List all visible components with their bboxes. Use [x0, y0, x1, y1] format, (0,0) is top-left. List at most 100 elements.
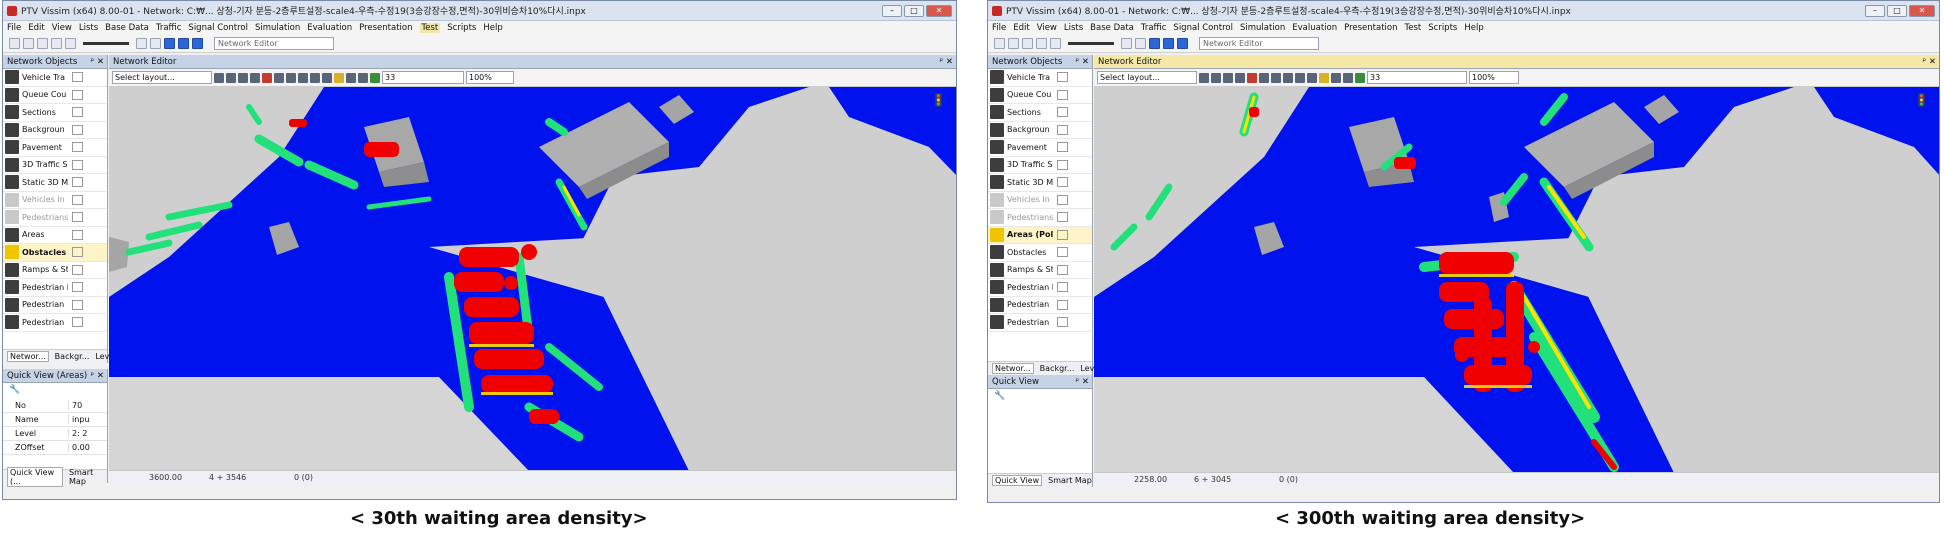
rotate-icon[interactable] [238, 72, 248, 83]
undo-icon[interactable] [1036, 38, 1047, 49]
menu-help[interactable]: Help [483, 23, 502, 33]
close-button[interactable]: ✕ [926, 4, 952, 17]
forward-icon[interactable] [1295, 72, 1305, 83]
graphic-parameter-swatch[interactable] [72, 212, 83, 223]
graphic-parameter-swatch[interactable] [72, 107, 83, 118]
menu-presentation[interactable]: Presentation [359, 23, 412, 33]
network-object-item[interactable]: Obstacles [988, 244, 1092, 262]
pin-close-icon[interactable]: ᵖ ✕ [940, 57, 953, 67]
row-value[interactable]: inpu [68, 415, 107, 424]
menu-edit[interactable]: Edit [1013, 23, 1029, 33]
zoom-out-icon[interactable] [286, 72, 296, 83]
layout-value-combo[interactable]: 33 [1367, 71, 1467, 84]
row-value[interactable]: 0.00 [68, 443, 107, 452]
pin-close-icon[interactable]: ᵖ ✕ [91, 57, 104, 67]
menu-view[interactable]: View [1037, 23, 1057, 33]
graphic-parameter-swatch[interactable] [72, 229, 83, 240]
network-object-item[interactable]: Areas [3, 227, 107, 244]
graphic-parameter-swatch[interactable] [1057, 247, 1068, 258]
zoom-out-icon[interactable] [1271, 72, 1281, 83]
network-object-item[interactable]: Ramps & St [988, 262, 1092, 279]
network-object-item[interactable]: Static 3D M [3, 174, 107, 192]
tab-smart-map[interactable]: Smart Map [69, 468, 107, 486]
save-icon[interactable] [1022, 38, 1033, 49]
network-object-item[interactable]: Vehicle Tra [988, 69, 1092, 87]
new-file-icon[interactable] [9, 38, 20, 49]
zoom-extent-icon[interactable] [262, 72, 272, 83]
tab-quick-view[interactable]: Quick View (... [7, 466, 64, 487]
tab-network[interactable]: Networ... [992, 363, 1034, 374]
graphic-parameter-swatch[interactable] [72, 177, 83, 188]
menu-traffic[interactable]: Traffic [1141, 23, 1167, 33]
menu-presentation[interactable]: Presentation [1344, 23, 1397, 33]
graphic-parameter-swatch[interactable] [72, 317, 83, 328]
pan-icon[interactable] [250, 72, 260, 83]
menu-simulation[interactable]: Simulation [255, 23, 300, 33]
zoom-combo[interactable]: 100% [466, 71, 514, 84]
tab-background[interactable]: Backgr... [1040, 364, 1075, 373]
step-icon[interactable] [178, 38, 189, 49]
pin-close-icon[interactable]: ᵖ ✕ [1076, 57, 1089, 67]
graphic-parameter-swatch[interactable] [72, 142, 83, 153]
network-object-item[interactable]: Static 3D M [988, 174, 1092, 192]
network-object-item[interactable]: Pedestrians [3, 209, 107, 227]
save-icon[interactable] [37, 38, 48, 49]
redo-icon[interactable] [1050, 38, 1061, 49]
graphic-parameter-swatch[interactable] [72, 264, 83, 275]
network-object-item[interactable]: Pavement [3, 139, 107, 157]
storyboard-icon[interactable] [370, 72, 380, 83]
graphic-parameter-swatch[interactable] [72, 159, 83, 170]
graphic-parameter-swatch[interactable] [72, 247, 83, 258]
menu-file[interactable]: File [7, 23, 21, 33]
zoom-extent-icon[interactable] [1247, 72, 1257, 83]
pin-close-icon[interactable]: ᵖ ✕ [1076, 377, 1089, 387]
menu-help[interactable]: Help [1464, 23, 1483, 33]
stop-icon[interactable] [1177, 38, 1188, 49]
network-object-item[interactable]: Pedestrian [3, 314, 107, 332]
row-value[interactable]: 70 [68, 401, 107, 410]
graphic-parameter-swatch[interactable] [72, 194, 83, 205]
open-file-icon[interactable] [23, 38, 34, 49]
network-object-item[interactable]: Pedestrian [3, 297, 107, 314]
maximize-button[interactable]: □ [1887, 4, 1907, 17]
tab-background[interactable]: Backgr... [55, 352, 90, 361]
layout-select[interactable]: Select layout... [112, 71, 212, 84]
graphic-parameter-swatch[interactable] [1057, 177, 1068, 188]
minimize-button[interactable]: – [1865, 4, 1885, 17]
network-object-item[interactable]: Sections [988, 104, 1092, 122]
simulation-canvas[interactable]: 🚦 [109, 87, 956, 471]
menu-test[interactable]: Test [419, 23, 441, 33]
graphic-parameter-swatch[interactable] [72, 89, 83, 100]
network-editor-combo[interactable]: Network Editor [214, 37, 334, 50]
camera-icon[interactable] [358, 72, 368, 83]
graphic-parameter-swatch[interactable] [1057, 89, 1068, 100]
graphic-parameter-swatch[interactable] [1057, 72, 1068, 83]
network-object-item[interactable]: Obstacles ( [3, 244, 107, 262]
close-button[interactable]: ✕ [1909, 4, 1935, 17]
pan-icon[interactable] [1235, 72, 1245, 83]
graphic-parameter-swatch[interactable] [72, 299, 83, 310]
network-object-item[interactable]: Ramps & St [3, 262, 107, 279]
network-editor-combo[interactable]: Network Editor [1199, 37, 1319, 50]
simulation-canvas[interactable]: 🚦 [1094, 87, 1939, 473]
network-object-item[interactable]: Pedestrian [988, 314, 1092, 332]
new-file-icon[interactable] [994, 38, 1005, 49]
menu-base-data[interactable]: Base Data [105, 23, 149, 33]
rotate-icon[interactable] [1223, 72, 1233, 83]
graphic-parameter-swatch[interactable] [1057, 107, 1068, 118]
layout-select[interactable]: Select layout... [1097, 71, 1197, 84]
menu-scripts[interactable]: Scripts [1428, 23, 1457, 33]
layers-icon[interactable] [1211, 72, 1221, 83]
zoom-in-icon[interactable] [1259, 72, 1269, 83]
edit-icon[interactable] [214, 72, 224, 83]
storyboard-icon[interactable] [1355, 72, 1365, 83]
menu-edit[interactable]: Edit [28, 23, 44, 33]
network-object-item[interactable]: Queue Cou [988, 87, 1092, 104]
play-icon[interactable] [164, 38, 175, 49]
row-value[interactable]: 2: 2 [68, 429, 107, 438]
menu-traffic[interactable]: Traffic [156, 23, 182, 33]
network-object-item[interactable]: Pedestrians [988, 209, 1092, 227]
graphic-parameter-swatch[interactable] [1057, 264, 1068, 275]
graphic-parameter-swatch[interactable] [1057, 282, 1068, 293]
forward-icon[interactable] [310, 72, 320, 83]
